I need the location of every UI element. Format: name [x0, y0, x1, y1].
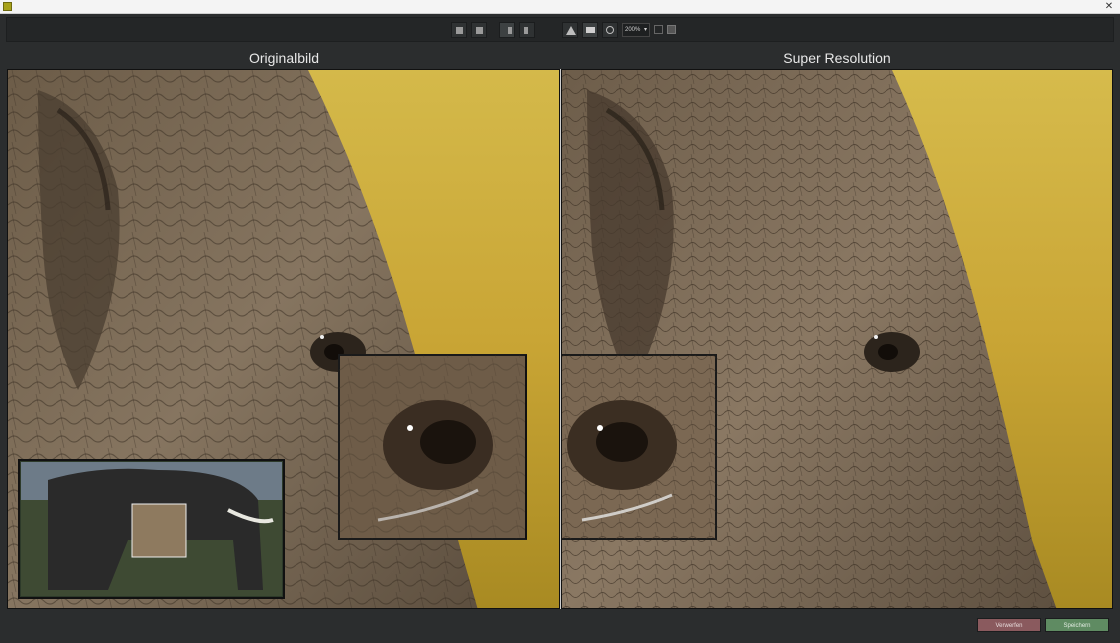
single-view-icon [456, 27, 463, 34]
warning-icon [566, 26, 576, 35]
zoom-value: 200% [625, 27, 641, 33]
view-toolbar: 200% ▾ [6, 17, 1114, 42]
app-icon [3, 2, 12, 11]
warning-button[interactable] [562, 22, 578, 38]
single-view-button[interactable] [451, 22, 467, 38]
original-pane-title: Originalbild [248, 50, 320, 66]
discard-button[interactable]: Verwerfen [977, 618, 1041, 632]
zoom-select[interactable]: 200% ▾ [622, 23, 650, 37]
chevron-down-icon: ▾ [643, 27, 647, 33]
preview-toggle-icon[interactable] [667, 25, 676, 34]
window-titlebar: ✕ [0, 0, 1120, 14]
navigator-toggle-icon[interactable] [654, 25, 663, 34]
side-by-side-button[interactable] [499, 22, 515, 38]
side-by-side-icon [508, 27, 512, 34]
super-resolution-image-pane[interactable] [561, 69, 1113, 609]
loupe-button[interactable] [602, 22, 618, 38]
fit-view-icon [586, 27, 595, 33]
split-view-icon [476, 27, 483, 34]
tools-group: 200% ▾ [562, 22, 676, 38]
magnifier-icon [606, 26, 614, 34]
compare-divider[interactable] [560, 69, 561, 609]
close-window-button[interactable]: ✕ [1102, 0, 1116, 13]
layout-group [451, 22, 487, 38]
save-button[interactable]: Speichern [1045, 618, 1109, 632]
fit-view-button[interactable] [582, 22, 598, 38]
right-only-icon [524, 27, 528, 34]
super-resolution-pane-title: Super Resolution [783, 50, 891, 66]
right-only-button[interactable] [519, 22, 535, 38]
super-resolution-image [562, 70, 1112, 608]
compare-group [499, 22, 535, 38]
original-image [8, 70, 559, 608]
original-image-pane[interactable] [7, 69, 560, 609]
split-view-button[interactable] [471, 22, 487, 38]
